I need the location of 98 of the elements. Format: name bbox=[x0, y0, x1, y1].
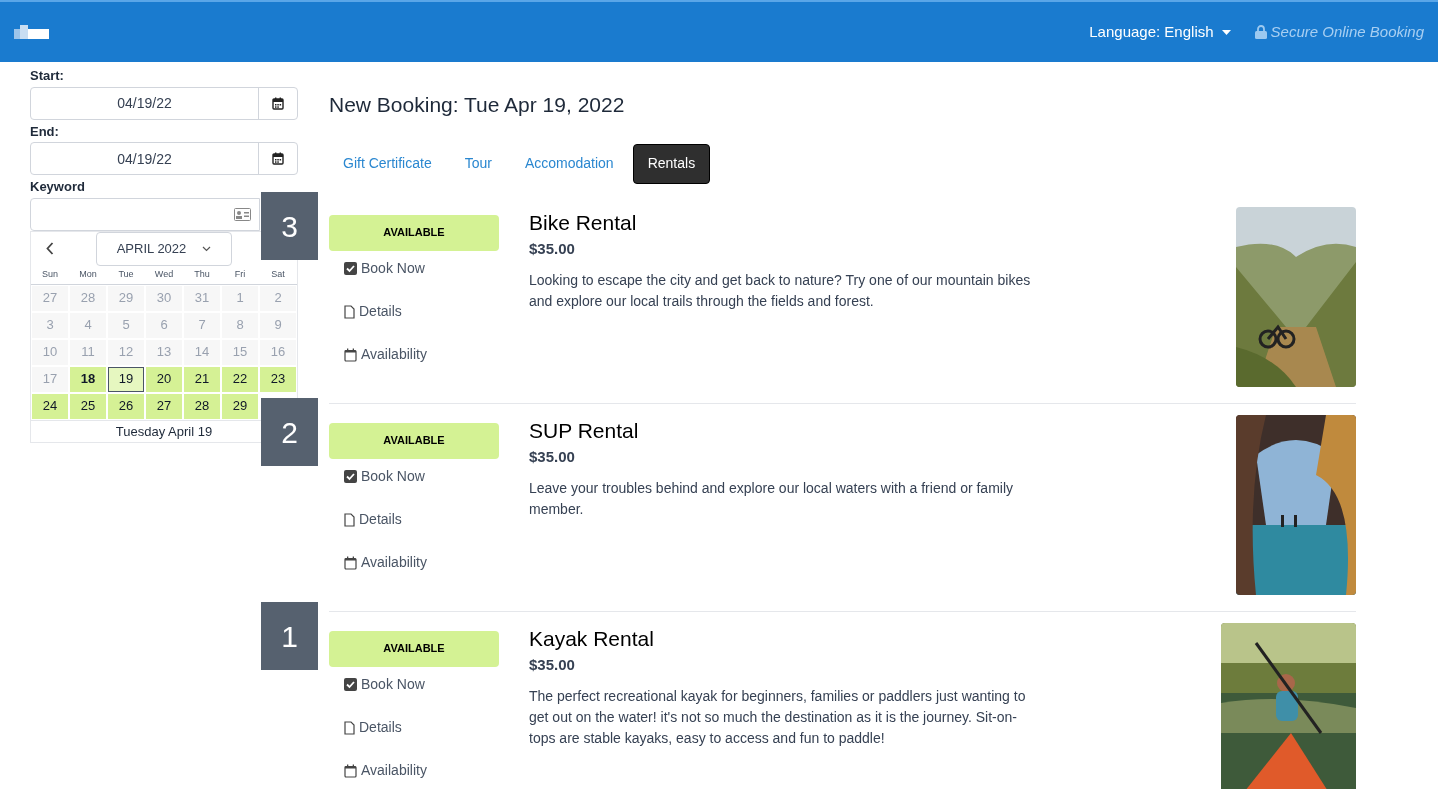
calendar-day[interactable]: 18 bbox=[70, 366, 106, 392]
chevron-down-icon bbox=[202, 245, 212, 252]
calendar-day[interactable]: 9 bbox=[260, 312, 296, 338]
calendar-day[interactable]: 7 bbox=[184, 312, 220, 338]
caret-icon bbox=[1221, 29, 1231, 35]
calendar-day[interactable]: 1 bbox=[222, 285, 258, 311]
calendar-day[interactable]: 28 bbox=[184, 393, 220, 419]
availability-badge: AVAILABLE bbox=[329, 214, 499, 251]
calendar-day[interactable]: 3 bbox=[32, 312, 68, 338]
calendar-day[interactable]: 27 bbox=[32, 285, 68, 311]
calendar-day[interactable]: 19 bbox=[108, 366, 144, 392]
action-link[interactable]: Availability bbox=[344, 552, 499, 573]
calendar-day[interactable]: 10 bbox=[32, 339, 68, 365]
field-label: Start: bbox=[30, 67, 65, 85]
action-link[interactable]: Details bbox=[344, 301, 499, 322]
calendar-day[interactable]: 14 bbox=[184, 339, 220, 365]
field-label: End: bbox=[30, 122, 60, 141]
calendar-day[interactable]: 17 bbox=[32, 366, 68, 392]
calendar-day[interactable]: 8 bbox=[222, 312, 258, 338]
chevron-left-icon bbox=[46, 242, 54, 255]
weekday-label: Tue bbox=[117, 267, 135, 281]
date-value: 04/19/22 bbox=[116, 94, 173, 113]
date-field[interactable]: 04/19/22 bbox=[30, 142, 298, 175]
weekday-label: Sun bbox=[41, 267, 59, 281]
weekday-label: Sat bbox=[270, 267, 286, 281]
document-icon bbox=[344, 720, 355, 735]
calendar-day[interactable]: 27 bbox=[146, 393, 182, 419]
category-tab[interactable]: Rentals bbox=[632, 143, 711, 184]
id-card-icon bbox=[234, 207, 251, 221]
calendar-day[interactable]: 28 bbox=[70, 285, 106, 311]
calendar-day[interactable]: 20 bbox=[146, 366, 182, 392]
calendar-day[interactable]: 30 bbox=[146, 285, 182, 311]
step-number-badge: 1 bbox=[261, 602, 318, 670]
checkbox-icon bbox=[344, 678, 357, 691]
action-link[interactable]: Book Now bbox=[344, 674, 499, 695]
month-select[interactable]: APRIL 2022 bbox=[96, 231, 232, 266]
calendar-day[interactable]: 21 bbox=[184, 366, 220, 392]
date-value: 04/19/22 bbox=[116, 149, 173, 169]
rental-name: Bike Rental bbox=[529, 209, 638, 236]
calendar-day[interactable]: 4 bbox=[70, 312, 106, 338]
calendar-day[interactable]: 11 bbox=[70, 339, 106, 365]
action-link[interactable]: Book Now bbox=[344, 258, 499, 279]
action-link[interactable]: Details bbox=[344, 509, 499, 530]
action-link[interactable]: Availability bbox=[344, 344, 499, 365]
calendar-day[interactable]: 23 bbox=[260, 366, 296, 392]
page-title: New Booking: Tue Apr 19, 2022 bbox=[329, 92, 626, 118]
calendar-day[interactable]: 22 bbox=[222, 366, 258, 392]
calendar-day[interactable]: 31 bbox=[184, 285, 220, 311]
rental-name: Kayak Rental bbox=[529, 625, 655, 652]
logo-icon bbox=[14, 25, 49, 39]
category-tab[interactable]: Accomodation bbox=[510, 143, 628, 184]
field-label: Keyword bbox=[30, 178, 86, 196]
calendar-day[interactable]: 13 bbox=[146, 339, 182, 365]
date-field[interactable]: 04/19/22 bbox=[30, 86, 298, 120]
calendar-day[interactable]: 16 bbox=[260, 339, 296, 365]
calendar-icon bbox=[344, 347, 357, 362]
document-icon bbox=[344, 512, 355, 527]
lock-icon bbox=[1254, 25, 1267, 39]
action-link[interactable]: Availability bbox=[344, 760, 499, 781]
calendar-icon bbox=[344, 763, 357, 778]
calendar-day[interactable]: 6 bbox=[146, 312, 182, 338]
keyword-field[interactable] bbox=[30, 197, 260, 231]
calendar-day[interactable]: 24 bbox=[32, 393, 68, 419]
action-link[interactable]: Book Now bbox=[344, 466, 499, 487]
rental-price: $35.00 bbox=[529, 447, 576, 467]
action-link[interactable]: Details bbox=[344, 717, 499, 738]
rental-price: $35.00 bbox=[529, 239, 576, 259]
secure-booking-text: Secure Online Booking bbox=[1270, 21, 1424, 42]
availability-badge: AVAILABLE bbox=[329, 630, 499, 667]
rental-name: SUP Rental bbox=[529, 417, 640, 444]
calendar-day[interactable]: 5 bbox=[108, 312, 144, 338]
checkbox-icon bbox=[344, 470, 357, 483]
availability-badge: AVAILABLE bbox=[329, 422, 499, 459]
language-dropdown[interactable]: Language: English bbox=[1089, 20, 1231, 44]
calendar-icon bbox=[272, 96, 284, 110]
calendar-day[interactable]: 29 bbox=[222, 393, 258, 419]
rental-price: $35.00 bbox=[529, 655, 576, 675]
weekday-label: Thu bbox=[193, 267, 211, 281]
calendar-day[interactable]: 12 bbox=[108, 339, 144, 365]
calendar-day[interactable]: 15 bbox=[222, 339, 258, 365]
step-number-badge: 3 bbox=[261, 192, 318, 260]
category-tab[interactable]: Tour bbox=[450, 143, 506, 184]
category-tab[interactable]: Gift Certificate bbox=[329, 143, 446, 184]
weekday-label: Wed bbox=[153, 267, 175, 281]
rental-description: The perfect recreational kayak for beginners, families or paddlers just wanting to get out on the water! it's not so much the destination as it is the journey. Sit-on-tops are stable kayaks, easy to access and fun to paddle! bbox=[529, 686, 1027, 748]
calendar-day[interactable]: 2 bbox=[260, 285, 296, 311]
calendar-icon bbox=[344, 555, 357, 570]
rental-description: Leave your troubles behind and explore our local waters with a friend or family member. bbox=[529, 478, 1015, 519]
weekday-label: Mon bbox=[78, 267, 98, 281]
document-icon bbox=[344, 304, 355, 319]
calendar-day[interactable]: 29 bbox=[108, 285, 144, 311]
checkbox-icon bbox=[344, 262, 357, 275]
calendar-day[interactable]: 26 bbox=[108, 393, 144, 419]
calendar-day[interactable]: 25 bbox=[70, 393, 106, 419]
rental-description: Looking to escape the city and get back to nature? Try one of our mountain bikes and explore our local trails through the fields and forest. bbox=[529, 270, 1032, 311]
weekday-label: Fri bbox=[233, 267, 247, 281]
calendar-icon bbox=[272, 152, 284, 165]
step-number-badge: 2 bbox=[261, 398, 318, 466]
